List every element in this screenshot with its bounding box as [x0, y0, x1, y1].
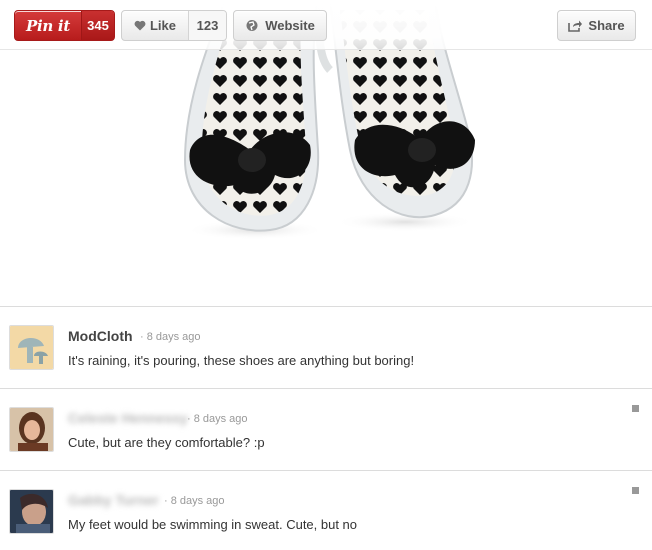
comment-author[interactable]: ModCloth — [68, 328, 133, 344]
like-count: 123 — [188, 11, 226, 40]
comment: Celeste Hennessy · 8 days ago Cute, but … — [0, 388, 652, 470]
pin-image-area: Pin it 345 Like 123 Website Share — [0, 0, 652, 306]
avatar[interactable] — [9, 489, 54, 534]
pin-it-label: Pin it — [26, 16, 70, 35]
heart-icon — [134, 20, 146, 31]
like-label-wrap: Like — [122, 11, 188, 40]
comments-list: ModCloth · 8 days ago It's raining, it's… — [0, 306, 652, 550]
comment-text: My feet would be swimming in sweat. Cute… — [68, 517, 358, 532]
website-button[interactable]: Website — [233, 10, 327, 41]
mushroom-logo-icon — [10, 326, 53, 369]
comment-author[interactable]: Celeste Hennessy — [68, 410, 188, 426]
share-icon — [568, 20, 583, 32]
comment-time: · 8 days ago — [187, 413, 248, 425]
user-photo-icon — [10, 408, 53, 451]
pin-toolbar: Pin it 345 Like 123 Website Share — [0, 0, 652, 50]
pin-it-button[interactable]: Pin it 345 — [14, 10, 115, 41]
flag-icon[interactable] — [632, 405, 639, 412]
avatar[interactable] — [9, 407, 54, 452]
website-label: Website — [265, 18, 315, 33]
share-label: Share — [588, 18, 625, 33]
comment: ModCloth · 8 days ago It's raining, it's… — [0, 306, 652, 388]
flag-icon[interactable] — [632, 487, 639, 494]
pin-count: 345 — [81, 11, 114, 40]
globe-icon — [246, 20, 258, 31]
user-photo-icon — [10, 490, 53, 533]
comment: Gabby Turner · 8 days ago My feet would … — [0, 470, 652, 550]
comment-text: Cute, but are they comfortable? :p — [68, 435, 265, 450]
like-label: Like — [149, 18, 176, 33]
comment-author[interactable]: Gabby Turner — [68, 492, 159, 508]
comment-text: It's raining, it's pouring, these shoes … — [68, 353, 415, 368]
comment-time: · 8 days ago — [140, 331, 201, 343]
avatar[interactable] — [9, 325, 54, 370]
like-button[interactable]: Like 123 — [121, 10, 227, 41]
comment-time: · 8 days ago — [164, 495, 225, 507]
share-button[interactable]: Share — [557, 10, 636, 41]
